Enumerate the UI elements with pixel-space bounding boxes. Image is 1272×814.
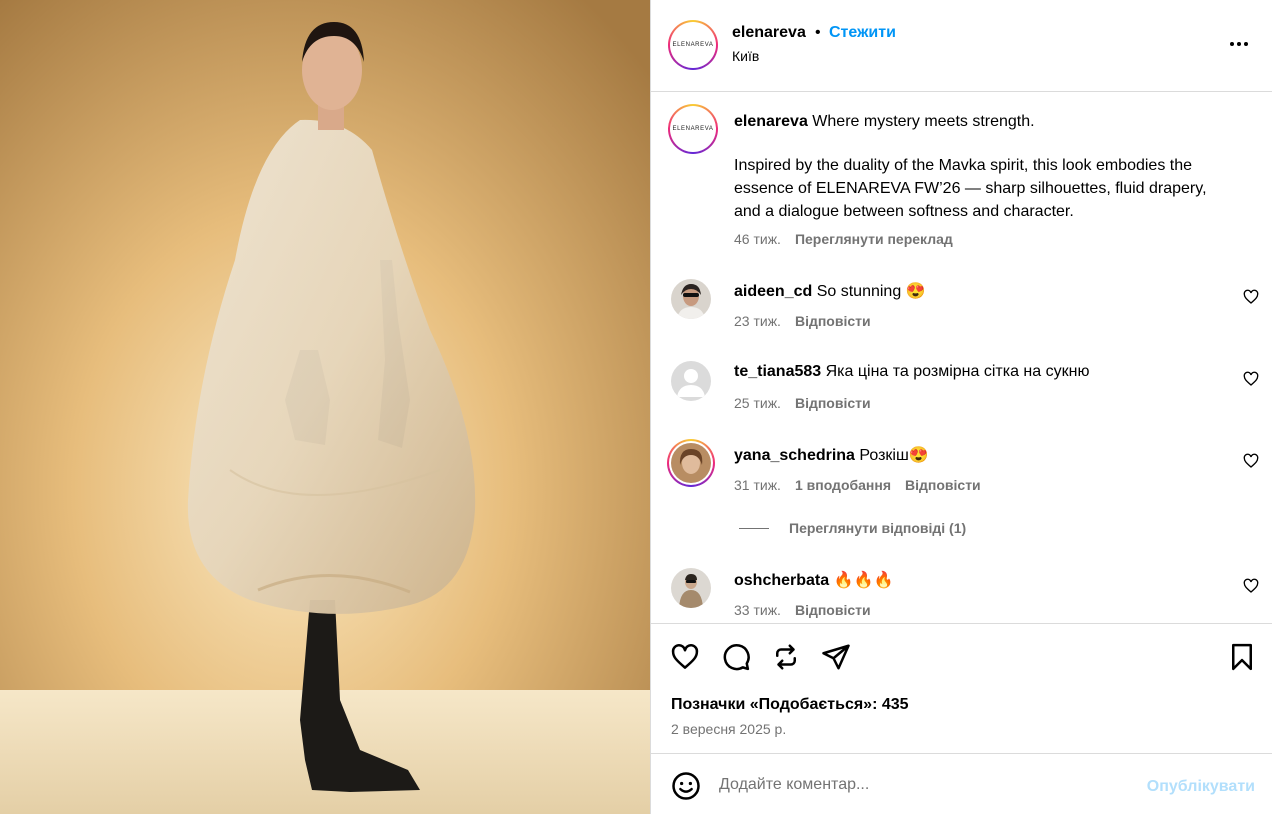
comment-avatar[interactable] bbox=[671, 279, 711, 319]
like-comment-heart-icon[interactable] bbox=[1243, 289, 1259, 305]
post-image[interactable] bbox=[0, 0, 650, 814]
comment-text: So stunning 😍 bbox=[816, 283, 926, 300]
comment-input[interactable] bbox=[719, 770, 1139, 800]
like-comment-heart-icon[interactable] bbox=[1243, 371, 1259, 387]
comment-avatar[interactable] bbox=[671, 361, 711, 401]
post-header: ELENAREVA elenareva • Стежити Київ bbox=[651, 0, 1272, 92]
comment-text: Яка ціна та розмірна сітка на сукню bbox=[825, 363, 1090, 380]
reply-button[interactable]: Відповісти bbox=[795, 602, 871, 618]
comment-item: aideen_cd So stunning 😍 23 тиж. Відповіст… bbox=[651, 279, 1272, 349]
comment-likes-count[interactable]: 1 вподобання bbox=[795, 477, 891, 493]
comment-username[interactable]: oshcherbata bbox=[734, 572, 829, 589]
add-comment-bar: Опублікувати bbox=[651, 753, 1272, 814]
caption-line1: Where mystery meets strength. bbox=[812, 113, 1035, 130]
likes-count[interactable]: Позначки «Подобається»: 435 bbox=[671, 696, 909, 714]
caption-meta: 46 тиж. Переглянути переклад bbox=[734, 231, 953, 247]
comment-avatar[interactable] bbox=[671, 568, 711, 608]
like-comment-heart-icon[interactable] bbox=[1243, 453, 1259, 469]
comment-text: Розкіш😍 bbox=[859, 447, 929, 464]
see-translation-button[interactable]: Переглянути переклад bbox=[795, 231, 953, 247]
author-username[interactable]: elenareva bbox=[732, 24, 806, 42]
avatar-logo: ELENAREVA bbox=[672, 24, 714, 66]
post-details-panel: ELENAREVA elenareva • Стежити Київ ELENA… bbox=[650, 0, 1272, 814]
separator-dot: • bbox=[815, 24, 821, 41]
post-photo-illustration bbox=[0, 0, 650, 814]
author-avatar[interactable]: ELENAREVA bbox=[668, 20, 718, 70]
reply-button[interactable]: Відповісти bbox=[795, 395, 871, 411]
comment-time[interactable]: 25 тиж. bbox=[734, 395, 781, 411]
repost-icon[interactable] bbox=[771, 642, 801, 672]
share-send-icon[interactable] bbox=[821, 642, 851, 672]
caption-line2: Inspired by the duality of the Mavka spi… bbox=[734, 157, 1207, 220]
comment-time[interactable]: 33 тиж. bbox=[734, 602, 781, 618]
caption-time[interactable]: 46 тиж. bbox=[734, 231, 781, 247]
save-bookmark-icon[interactable] bbox=[1227, 642, 1257, 672]
comment-time[interactable]: 31 тиж. bbox=[734, 477, 781, 493]
follow-button[interactable]: Стежити bbox=[829, 24, 896, 42]
reply-button[interactable]: Відповісти bbox=[905, 477, 981, 493]
publish-button[interactable]: Опублікувати bbox=[1147, 778, 1255, 796]
emoji-smiley-icon[interactable] bbox=[671, 771, 701, 801]
caption-text: elenareva Where mystery meets strength. … bbox=[734, 110, 1234, 223]
comment-username[interactable]: aideen_cd bbox=[734, 283, 812, 300]
view-replies-button[interactable]: Переглянути відповіді (1) bbox=[739, 520, 966, 536]
comments-section[interactable]: ELENAREVA elenareva Where mystery meets … bbox=[651, 92, 1272, 623]
location-link[interactable]: Київ bbox=[732, 48, 759, 64]
comment-item: te_tiana583 Яка ціна та розмірна сітка н… bbox=[651, 361, 1272, 431]
post-actions: Позначки «Подобається»: 435 2 вересня 20… bbox=[651, 623, 1272, 753]
comment-item: oshcherbata 🔥🔥🔥 33 тиж. Відповісти bbox=[651, 568, 1272, 623]
view-replies-label: Переглянути відповіді (1) bbox=[789, 520, 967, 536]
comment-bubble-icon[interactable] bbox=[721, 642, 751, 672]
comment-text: 🔥🔥🔥 bbox=[833, 572, 894, 589]
reply-button[interactable]: Відповісти bbox=[795, 313, 871, 329]
caption-username[interactable]: elenareva bbox=[734, 113, 808, 130]
post-date[interactable]: 2 вересня 2025 р. bbox=[671, 721, 786, 737]
comment-username[interactable]: yana_schedrina bbox=[734, 447, 855, 464]
like-heart-icon[interactable] bbox=[670, 642, 700, 672]
replies-divider-line bbox=[739, 527, 769, 529]
comment-time[interactable]: 23 тиж. bbox=[734, 313, 781, 329]
comment-item: yana_schedrina Розкіш😍 31 тиж. 1 вподобан… bbox=[651, 439, 1272, 513]
comment-username[interactable]: te_tiana583 bbox=[734, 363, 821, 380]
avatar-logo: ELENAREVA bbox=[672, 108, 714, 150]
more-options-icon[interactable] bbox=[1227, 34, 1251, 54]
comment-avatar[interactable] bbox=[667, 439, 715, 487]
like-comment-heart-icon[interactable] bbox=[1243, 578, 1259, 594]
caption-avatar[interactable]: ELENAREVA bbox=[668, 104, 718, 154]
